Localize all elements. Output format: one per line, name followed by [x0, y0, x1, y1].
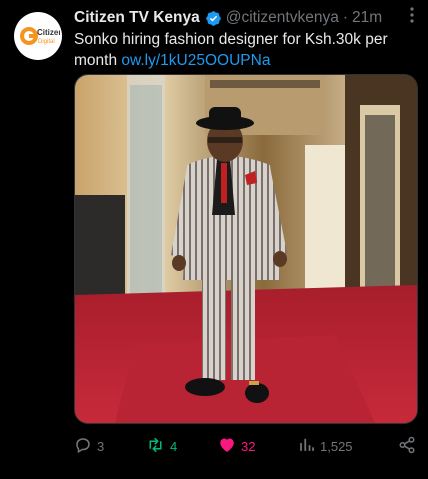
- reply-icon: [74, 436, 92, 457]
- like-count: 32: [241, 438, 256, 454]
- author-name[interactable]: Citizen TV Kenya: [74, 9, 200, 27]
- share-icon: [398, 436, 416, 457]
- separator: ·: [342, 9, 349, 26]
- timestamp[interactable]: 21m: [352, 9, 382, 27]
- views-button[interactable]: 1,525: [298, 436, 378, 456]
- tweet-photo[interactable]: [74, 74, 418, 424]
- svg-text:Citizen: Citizen: [37, 28, 60, 37]
- views-icon: [298, 436, 315, 456]
- reply-count: 3: [97, 438, 105, 454]
- like-button[interactable]: 32: [218, 436, 298, 456]
- tweet-header: Citizen TV Kenya @citizentvkenya · 21m: [74, 7, 414, 29]
- retweet-count: 4: [170, 438, 178, 454]
- svg-text:Digital: Digital: [38, 39, 55, 45]
- more-icon[interactable]: [410, 7, 414, 27]
- tweet-text: Sonko hiring fashion designer for Ksh.30…: [74, 29, 404, 71]
- tweet-actions: 3 4 32 1,525: [74, 434, 416, 458]
- citizen-digital-logo: Citizen Digital: [20, 27, 60, 45]
- views-count: 1,525: [320, 438, 353, 454]
- photo-man-in-striped-suit: [75, 75, 417, 423]
- share-button[interactable]: [398, 436, 416, 457]
- author-handle[interactable]: @citizentvkenya: [226, 9, 339, 27]
- tweet-link[interactable]: ow.ly/1kU25OOUPNa: [121, 52, 270, 69]
- retweet-icon: [146, 436, 165, 457]
- heart-icon: [218, 436, 236, 456]
- retweet-button[interactable]: 4: [146, 436, 218, 457]
- reply-button[interactable]: 3: [74, 436, 146, 457]
- avatar[interactable]: Citizen Digital: [14, 12, 62, 60]
- verified-badge-icon: [205, 10, 222, 27]
